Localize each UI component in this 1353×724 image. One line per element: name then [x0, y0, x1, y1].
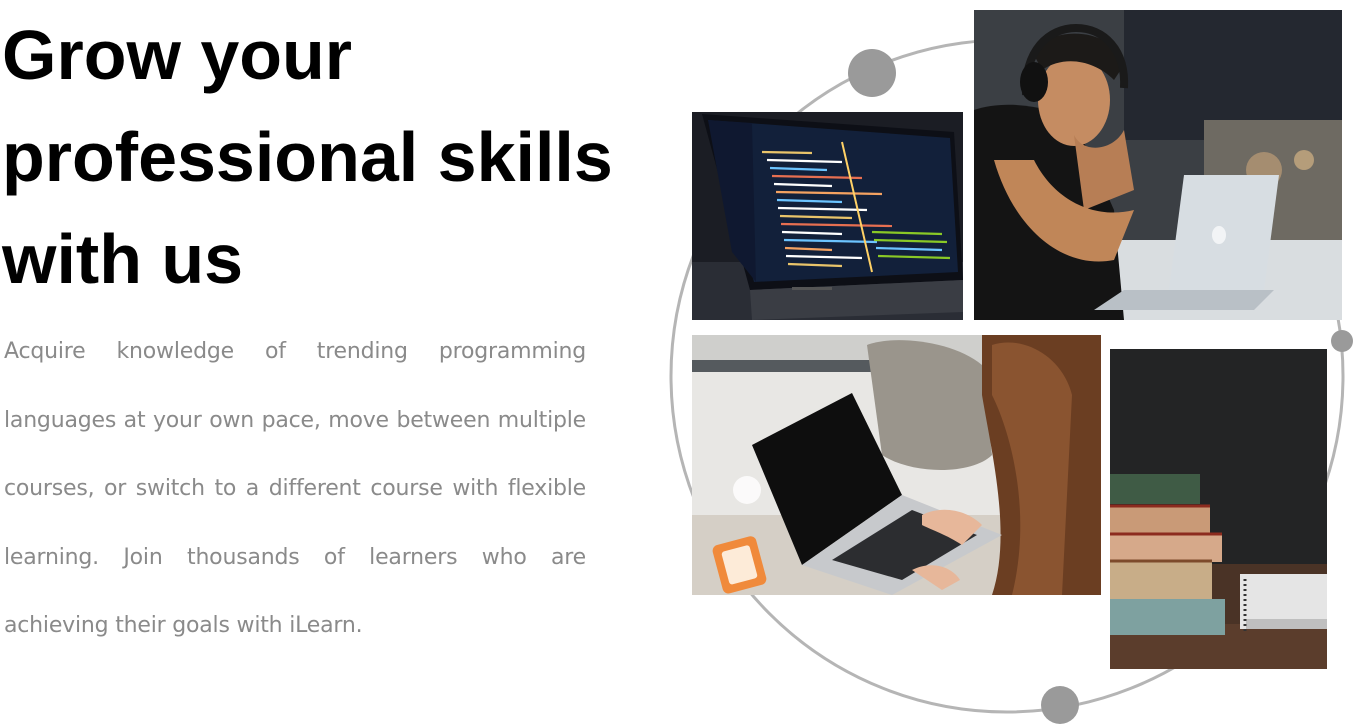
stacked-books-photo	[1110, 349, 1327, 669]
orbit-dot-top	[848, 49, 896, 97]
code-editor-laptop-photo	[692, 112, 963, 320]
woman-typing-laptop-photo	[692, 335, 1101, 595]
orbit-dot-right	[1331, 330, 1353, 352]
man-with-headphones-laptop-photo	[974, 10, 1342, 320]
orbit-dot-bottom	[1041, 686, 1079, 724]
